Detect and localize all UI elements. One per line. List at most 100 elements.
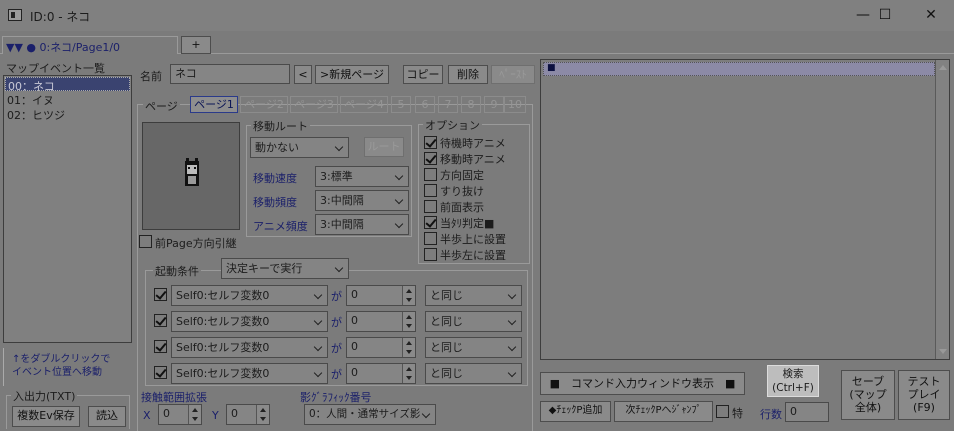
- option-checkbox[interactable]: [424, 184, 437, 197]
- close-icon[interactable]: ✕: [908, 0, 954, 31]
- command-scrollbar[interactable]: [935, 60, 949, 359]
- condition-checkbox[interactable]: [154, 366, 167, 379]
- list-item[interactable]: 01：イヌ: [5, 92, 130, 107]
- condition-checkbox[interactable]: [154, 340, 167, 353]
- move-freq-select[interactable]: 3:中間隔: [315, 190, 409, 211]
- tab-page-5[interactable]: 5: [391, 96, 411, 113]
- option-checkbox[interactable]: [424, 152, 437, 165]
- prev-page-button[interactable]: <: [294, 65, 312, 84]
- window-title: ID:0 - ネコ: [30, 10, 91, 24]
- tab-page-10[interactable]: 10: [504, 96, 526, 113]
- save-multi-events-button[interactable]: 複数Ev保存: [12, 406, 80, 427]
- new-page-button[interactable]: >新規ページ: [315, 65, 389, 84]
- shadow-graphic-select[interactable]: 0：人間・通常サイズ影: [304, 404, 436, 425]
- event-list[interactable]: 00：ネコ 01：イヌ 02：ヒツジ: [3, 75, 132, 343]
- tab-page-2[interactable]: ページ2: [240, 96, 288, 113]
- tab-page-6[interactable]: 6: [415, 96, 435, 113]
- spin-buttons[interactable]: [188, 405, 201, 424]
- move-speed-select[interactable]: 3:標準: [315, 166, 409, 187]
- command-list[interactable]: ■: [540, 59, 950, 360]
- maximize-icon[interactable]: ☐: [862, 0, 908, 31]
- contact-y-label: Y: [212, 409, 219, 422]
- route-button[interactable]: ルート: [364, 137, 404, 157]
- anim-freq-select[interactable]: 3:中間隔: [315, 214, 409, 235]
- name-field[interactable]: ネコ: [170, 64, 290, 84]
- tab-page-1[interactable]: ページ1: [190, 96, 238, 113]
- add-tab-button[interactable]: +: [181, 36, 211, 54]
- condition-value-field[interactable]: 0: [346, 337, 416, 358]
- condition-value-field[interactable]: 0: [346, 311, 416, 332]
- condition-compare-select[interactable]: と同じ: [425, 337, 522, 358]
- options-label: オプション: [423, 117, 482, 133]
- option-checkbox[interactable]: [424, 248, 437, 261]
- option-checkbox[interactable]: [424, 136, 437, 149]
- option-label: 半歩上に設置: [440, 233, 506, 246]
- tab-page-9[interactable]: 9: [484, 96, 504, 113]
- condition-variable-select[interactable]: Self0:セルフ変数0: [171, 311, 328, 332]
- condition-variable-select[interactable]: Self0:セルフ変数0: [171, 285, 328, 306]
- keep-direction-checkbox[interactable]: [139, 235, 152, 248]
- load-button[interactable]: 読込: [88, 406, 126, 427]
- tab-page-7[interactable]: 7: [438, 96, 458, 113]
- condition-value-field[interactable]: 0: [346, 285, 416, 306]
- anim-freq-label: アニメ頻度: [253, 220, 308, 233]
- condition-value-field[interactable]: 0: [346, 363, 416, 384]
- condition-compare-select[interactable]: と同じ: [425, 285, 522, 306]
- list-item[interactable]: 00：ネコ: [5, 77, 130, 93]
- movement-label: 移動ルート: [251, 118, 310, 134]
- spin-buttons[interactable]: [256, 405, 269, 424]
- spin-buttons[interactable]: [402, 286, 415, 305]
- condition-ga-label: が: [331, 290, 342, 303]
- tab-page-8[interactable]: 8: [461, 96, 481, 113]
- add-checkpoint-button[interactable]: ◆ﾁｪｯｸP追加: [540, 401, 611, 422]
- special-checkbox[interactable]: [716, 405, 729, 418]
- copy-button[interactable]: コピー: [403, 65, 443, 84]
- keep-direction-label: 前Page方向引継: [155, 237, 237, 250]
- movement-type-select[interactable]: 動かない: [250, 137, 349, 158]
- title-bar: ID:0 - ネコ — ☐ ✕: [0, 0, 954, 31]
- condition-variable-select[interactable]: Self0:セルフ変数0: [171, 363, 328, 384]
- tab-page-4[interactable]: ページ4: [340, 96, 388, 113]
- option-label: 方向固定: [440, 169, 484, 182]
- condition-compare-select[interactable]: と同じ: [425, 363, 522, 384]
- option-label: 前面表示: [440, 201, 484, 214]
- paste-button[interactable]: ﾍﾟｰｽﾄ: [491, 65, 535, 84]
- search-button[interactable]: 検索 (Ctrl+F): [767, 365, 819, 397]
- option-label: 当ﾀﾘ判定■: [440, 217, 495, 230]
- save-map-button[interactable]: セーブ (マップ 全体): [841, 370, 895, 420]
- condition-checkbox[interactable]: [154, 314, 167, 327]
- event-graphic-preview[interactable]: [142, 122, 240, 230]
- show-command-window-button[interactable]: ■ コマンド入力ウィンドウ表示 ■: [540, 372, 745, 395]
- contact-range-label: 接触範囲拡張: [141, 391, 207, 404]
- io-label: 入出力(TXT): [11, 388, 78, 404]
- option-label: すり抜け: [440, 185, 484, 198]
- spin-buttons[interactable]: [402, 364, 415, 383]
- spin-buttons[interactable]: [402, 338, 415, 357]
- move-freq-label: 移動頻度: [253, 196, 297, 209]
- condition-variable-select[interactable]: Self0:セルフ変数0: [171, 337, 328, 358]
- option-checkbox[interactable]: [424, 200, 437, 213]
- condition-ga-label: が: [331, 316, 342, 329]
- contact-y-field[interactable]: 0: [226, 404, 270, 425]
- line-count-field[interactable]: 0: [785, 402, 829, 422]
- contact-x-field[interactable]: 0: [158, 404, 202, 425]
- delete-button[interactable]: 削除: [448, 65, 488, 84]
- condition-compare-select[interactable]: と同じ: [425, 311, 522, 332]
- option-checkbox[interactable]: [424, 168, 437, 181]
- app-icon: [8, 9, 22, 21]
- test-play-button[interactable]: テスト プレイ (F9): [898, 370, 950, 420]
- option-checkbox[interactable]: [424, 232, 437, 245]
- hint-separator: [3, 348, 4, 386]
- special-label: 特: [732, 407, 743, 420]
- condition-checkbox[interactable]: [154, 288, 167, 301]
- option-checkbox[interactable]: [424, 216, 437, 229]
- tab-page-3[interactable]: ページ3: [290, 96, 338, 113]
- trigger-mode-select[interactable]: 決定キーで実行: [221, 258, 349, 279]
- trigger-label: 起動条件: [153, 263, 201, 279]
- list-item[interactable]: 02：ヒツジ: [5, 107, 130, 122]
- spin-buttons[interactable]: [402, 312, 415, 331]
- tab-active[interactable]: ▼▼ ● 0:ネコ/Page1/0: [2, 36, 178, 54]
- command-line-selected[interactable]: ■: [543, 62, 935, 76]
- jump-checkpoint-button[interactable]: 次ﾁｪｯｸPへｼﾞｬﾝﾌﾟ: [614, 401, 713, 422]
- cat-sprite-icon: [184, 158, 200, 188]
